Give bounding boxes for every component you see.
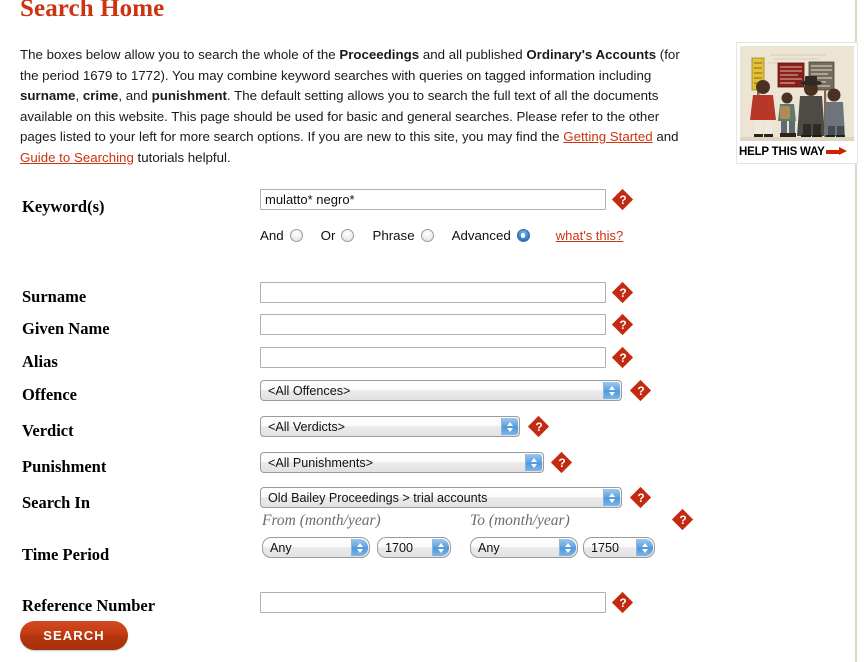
reference-number-help-icon[interactable]: ?	[612, 592, 634, 614]
page-title: Search Home	[20, 0, 165, 22]
radio-advanced-dot[interactable]	[516, 229, 530, 242]
chevron-updown-icon[interactable]	[525, 454, 542, 471]
radio-or-label: Or	[320, 228, 336, 243]
radio-phrase-label: Phrase	[372, 228, 415, 243]
radio-and-dot[interactable]	[289, 229, 303, 242]
punishment-help-icon[interactable]: ?	[551, 452, 573, 474]
intro-text-7: and	[652, 129, 679, 145]
to-month-select[interactable]: Any	[470, 537, 578, 558]
illustration-caption: HELP THIS WAY	[739, 142, 855, 161]
getting-started-link[interactable]: Getting Started	[563, 129, 652, 144]
surname-input[interactable]	[260, 282, 606, 303]
intro-text-5: , and	[118, 88, 152, 104]
radio-advanced-label: Advanced	[451, 228, 511, 243]
time-period-from-header: From (month/year)	[262, 512, 381, 529]
arrow-right-icon	[825, 147, 848, 156]
chevron-updown-icon[interactable]	[559, 539, 576, 556]
intro-bold-punishment: punishment	[151, 88, 227, 104]
intro-text-8: tutorials helpful.	[133, 149, 231, 165]
guide-to-searching-link[interactable]: Guide to Searching	[20, 150, 134, 165]
search-button[interactable]: SEARCH	[20, 621, 128, 650]
help-question-mark: ?	[679, 513, 687, 527]
search-in-select-value: Old Bailey Proceedings > trial accounts	[268, 490, 488, 505]
from-year-value: 1700	[385, 540, 414, 555]
help-question-mark: ?	[619, 318, 627, 332]
alias-input[interactable]	[260, 347, 606, 368]
radio-or[interactable]: Or	[321, 228, 355, 243]
verdict-select-value: <All Verdicts>	[268, 419, 346, 434]
to-year-value: 1750	[591, 540, 620, 555]
to-year-select[interactable]: 1750	[583, 537, 655, 558]
intro-bold-proceedings: Proceedings	[339, 47, 420, 63]
help-question-mark: ?	[558, 456, 566, 470]
keyword-input[interactable]	[260, 189, 606, 210]
radio-advanced[interactable]: Advanced	[452, 228, 530, 243]
time-period-label: Time Period	[22, 545, 110, 564]
keyword-mode-radios: And Or Phrase Advanced what's this?	[260, 228, 623, 243]
radio-and[interactable]: And	[260, 228, 303, 243]
keyword-label: Keyword(s)	[22, 197, 105, 216]
illustration-caption-text: HELP THIS WAY	[739, 145, 825, 158]
search-home-page: Search Home The boxes below allow you to…	[0, 0, 864, 662]
to-month-value: Any	[478, 540, 500, 555]
chevron-updown-icon[interactable]	[603, 382, 620, 399]
radio-phrase-dot[interactable]	[420, 229, 434, 242]
offence-select-value: <All Offences>	[268, 383, 351, 398]
intro-text-1: The boxes below allow you to search the …	[20, 47, 340, 63]
help-question-mark: ?	[637, 384, 645, 398]
help-question-mark: ?	[619, 286, 627, 300]
intro-paragraph: The boxes below allow you to search the …	[20, 45, 696, 168]
punishment-select-value: <All Punishments>	[268, 455, 374, 470]
chevron-updown-icon[interactable]	[432, 539, 449, 556]
time-period-to-header: To (month/year)	[470, 512, 570, 529]
chevron-updown-icon[interactable]	[636, 539, 653, 556]
offence-help-icon[interactable]: ?	[630, 380, 652, 402]
reference-number-label: Reference Number	[22, 596, 156, 615]
help-question-mark: ?	[637, 491, 645, 505]
given-name-help-icon[interactable]: ?	[612, 314, 634, 336]
radio-and-label: And	[260, 228, 284, 243]
keyword-help-icon[interactable]: ?	[612, 189, 634, 211]
chevron-updown-icon[interactable]	[351, 539, 368, 556]
radio-or-dot[interactable]	[341, 229, 355, 242]
chevron-updown-icon[interactable]	[603, 489, 620, 506]
time-period-help-icon[interactable]: ?	[672, 509, 694, 531]
punishment-select[interactable]: <All Punishments>	[260, 452, 544, 473]
alias-label: Alias	[22, 352, 58, 371]
radio-phrase[interactable]: Phrase	[372, 228, 434, 243]
help-this-way-illustration[interactable]: HELP THIS WAY	[736, 42, 858, 164]
given-name-input[interactable]	[260, 314, 606, 335]
illustration-artwork	[740, 46, 854, 141]
alias-help-icon[interactable]: ?	[612, 347, 634, 369]
help-question-mark: ?	[619, 351, 627, 365]
search-in-help-icon[interactable]: ?	[630, 487, 652, 509]
intro-text-4: ,	[75, 88, 83, 104]
chevron-updown-icon[interactable]	[501, 418, 518, 435]
help-question-mark: ?	[535, 420, 543, 434]
help-question-mark: ?	[619, 193, 627, 207]
intro-text-2: and all published	[419, 47, 527, 63]
from-year-select[interactable]: 1700	[377, 537, 451, 558]
punishment-label: Punishment	[22, 457, 107, 476]
verdict-label: Verdict	[22, 421, 74, 440]
offence-label: Offence	[22, 385, 77, 404]
intro-bold-surname: surname	[20, 88, 76, 104]
from-month-value: Any	[270, 540, 292, 555]
help-question-mark: ?	[619, 596, 627, 610]
whats-this-link[interactable]: what's this?	[556, 228, 624, 243]
search-in-select[interactable]: Old Bailey Proceedings > trial accounts	[260, 487, 622, 508]
surname-label: Surname	[22, 287, 87, 306]
search-in-label: Search In	[22, 493, 90, 512]
verdict-help-icon[interactable]: ?	[528, 416, 550, 438]
verdict-select[interactable]: <All Verdicts>	[260, 416, 520, 437]
offence-select[interactable]: <All Offences>	[260, 380, 622, 401]
reference-number-input[interactable]	[260, 592, 606, 613]
intro-bold-crime: crime	[82, 88, 119, 104]
from-month-select[interactable]: Any	[262, 537, 370, 558]
surname-help-icon[interactable]: ?	[612, 282, 634, 304]
given-name-label: Given Name	[22, 319, 110, 338]
intro-bold-ordinarys-accounts: Ordinary's Accounts	[526, 47, 657, 63]
